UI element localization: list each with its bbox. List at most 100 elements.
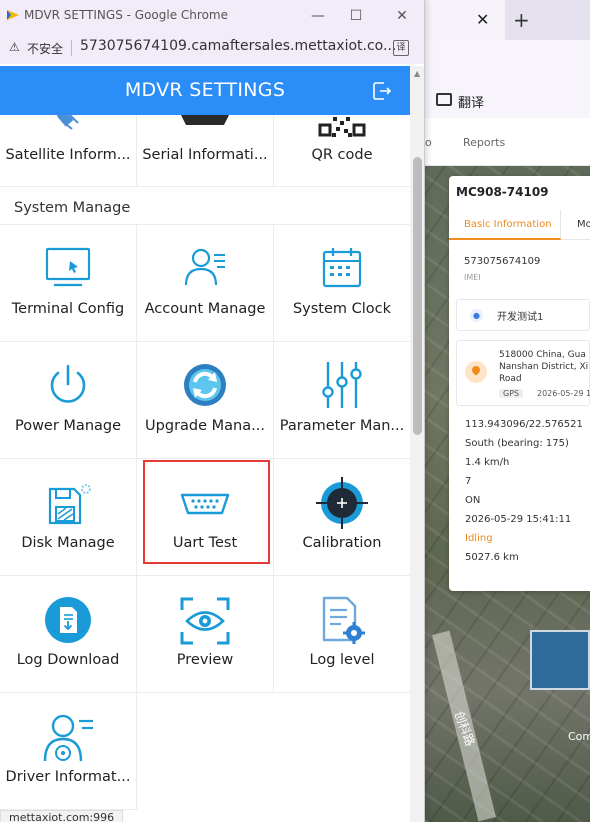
- grid-item-log-level[interactable]: Log level: [274, 576, 410, 693]
- document-gear-icon: [322, 596, 365, 644]
- grid-item-label: Preview: [176, 652, 234, 668]
- grid-item-label: Power Manage: [14, 418, 122, 434]
- grid-item-serial-info[interactable]: Serial Informati...: [137, 115, 274, 187]
- section-title: System Manage: [14, 200, 131, 216]
- grid-item-label: Driver Informat...: [5, 769, 131, 785]
- grid-item-label: Calibration: [302, 535, 382, 551]
- new-tab-icon[interactable]: +: [513, 8, 530, 32]
- floppy-disk-icon: [48, 484, 91, 525]
- address-bar[interactable]: ⚠ 不安全 573075674109.camaftersales.mettaxi…: [0, 32, 424, 64]
- grid-item-driver-info[interactable]: Driver Informat...: [0, 693, 137, 810]
- speed: 1.4 km/h: [465, 457, 510, 468]
- tab-more[interactable]: Mo: [577, 210, 590, 240]
- vehicle-info-card: MC908-74109 Basic Information Mo 5730756…: [449, 176, 590, 591]
- calendar-icon: [322, 248, 362, 288]
- acc-status: ON: [465, 495, 481, 506]
- nav-item-reports[interactable]: Reports: [463, 136, 505, 149]
- url-text[interactable]: 573075674109.camaftersales.mettaxiot.co.…: [80, 38, 396, 54]
- web-nav-bar: [425, 118, 590, 166]
- map-place-label: Com: [568, 730, 590, 743]
- user-list-icon: [184, 248, 225, 286]
- satellite-count: 7: [465, 476, 472, 487]
- status-url-tooltip: mettaxiot.com:996: [0, 810, 124, 822]
- address-text: 518000 China, Gua Nanshan District, Xi R…: [499, 349, 588, 385]
- page-title: MDVR SETTINGS: [124, 79, 286, 101]
- scrollbar-thumb[interactable]: [413, 157, 422, 435]
- settings-grid-area: Satellite Inform... Serial Informati... …: [0, 115, 410, 822]
- user-row[interactable]: ● 开发测试1: [456, 299, 590, 331]
- grid-item-log-download[interactable]: Log Download: [0, 576, 137, 693]
- grid-item-disk-manage[interactable]: Disk Manage: [0, 459, 137, 576]
- nav-item-partial[interactable]: o: [425, 136, 432, 149]
- folder-icon[interactable]: [436, 93, 452, 106]
- maximize-button[interactable]: ☐: [344, 5, 368, 27]
- motion-status: Idling: [465, 533, 493, 544]
- satellite-icon: [56, 115, 79, 130]
- selection-highlight: [143, 460, 270, 564]
- grid-item-label: Disk Manage: [21, 535, 115, 551]
- grid-item-label: Parameter Man...: [279, 418, 405, 434]
- grid-item-power-manage[interactable]: Power Manage: [0, 342, 137, 459]
- sliders-icon: [322, 362, 362, 408]
- imei-label: IMEI: [464, 273, 481, 282]
- background-toolbar: [425, 40, 590, 84]
- tab-basic-information[interactable]: Basic Information: [449, 210, 561, 240]
- address-separator: [71, 40, 72, 56]
- direction: South (bearing: 175): [465, 438, 569, 449]
- refresh-icon: [184, 364, 226, 406]
- grid-item-label: Serial Informati...: [142, 147, 268, 163]
- tab-close-icon[interactable]: ✕: [476, 10, 489, 29]
- background-tab[interactable]: [425, 0, 505, 40]
- update-time: 2026-05-29 15:41:11: [465, 514, 572, 525]
- grid-item-label: Log level: [309, 652, 375, 668]
- address-box: 518000 China, Gua Nanshan District, Xi R…: [456, 340, 590, 406]
- address-line: 518000 China, Gua: [499, 350, 586, 360]
- monitor-icon: [45, 247, 91, 287]
- grid-item-label: QR code: [311, 147, 373, 163]
- grid-item-label: Log Download: [16, 652, 120, 668]
- power-icon: [50, 364, 86, 403]
- map-sports-court: [530, 630, 590, 690]
- grid-item-upgrade-manage[interactable]: Upgrade Mana...: [137, 342, 274, 459]
- app-header: MDVR SETTINGS: [0, 66, 410, 115]
- user-icon: ●: [470, 309, 483, 322]
- warning-icon[interactable]: ⚠: [9, 40, 20, 54]
- popup-window: MDVR SETTINGS - Google Chrome — ☐ ✕ ⚠ 不安…: [0, 0, 425, 822]
- coordinates: 113.943096/22.576521: [465, 419, 583, 430]
- grid-item-satellite[interactable]: Satellite Inform...: [0, 115, 137, 187]
- mileage: 5027.6 km: [465, 552, 519, 563]
- grid-item-preview[interactable]: Preview: [137, 576, 274, 693]
- logout-icon[interactable]: [372, 81, 392, 101]
- minimize-button[interactable]: —: [306, 5, 330, 27]
- insecure-label[interactable]: 不安全: [27, 40, 63, 57]
- grid-item-label: Upgrade Mana...: [145, 418, 265, 434]
- grid-item-label: Satellite Inform...: [5, 147, 131, 163]
- grid-item-label: System Clock: [292, 301, 392, 317]
- address-line: Road: [499, 374, 522, 384]
- grid-item-terminal-config[interactable]: Terminal Config: [0, 225, 137, 342]
- grid-item-label: Terminal Config: [11, 301, 125, 317]
- serial-port-icon: [181, 115, 229, 125]
- app-logo-icon: [7, 10, 19, 20]
- qr-code-icon: [318, 115, 366, 139]
- scroll-up-arrow-icon[interactable]: ▲: [414, 69, 420, 78]
- bookmark-translate[interactable]: 翻译: [458, 92, 484, 111]
- window-title: MDVR SETTINGS - Google Chrome: [24, 8, 228, 22]
- close-button[interactable]: ✕: [390, 5, 414, 27]
- driver-icon: [43, 714, 93, 762]
- address-line: Nanshan District, Xi: [499, 362, 589, 372]
- imei-value: 573075674109: [464, 256, 541, 267]
- vehicle-title: MC908-74109: [456, 185, 549, 199]
- grid-item-system-clock[interactable]: System Clock: [274, 225, 410, 342]
- grid-item-qr-code[interactable]: QR code: [274, 115, 410, 187]
- translate-icon[interactable]: 译: [393, 40, 409, 56]
- location-pin-icon: [465, 361, 487, 383]
- grid-item-calibration[interactable]: Calibration: [274, 459, 410, 576]
- document-download-icon: [45, 597, 91, 643]
- user-name: 开发测试1: [497, 312, 544, 323]
- crosshair-icon: [316, 477, 368, 529]
- window-titlebar[interactable]: MDVR SETTINGS - Google Chrome — ☐ ✕: [0, 0, 424, 32]
- grid-item-account-manage[interactable]: Account Manage: [137, 225, 274, 342]
- grid-item-parameter-manage[interactable]: Parameter Man...: [274, 342, 410, 459]
- gps-time: 2026-05-29 1: [537, 389, 590, 398]
